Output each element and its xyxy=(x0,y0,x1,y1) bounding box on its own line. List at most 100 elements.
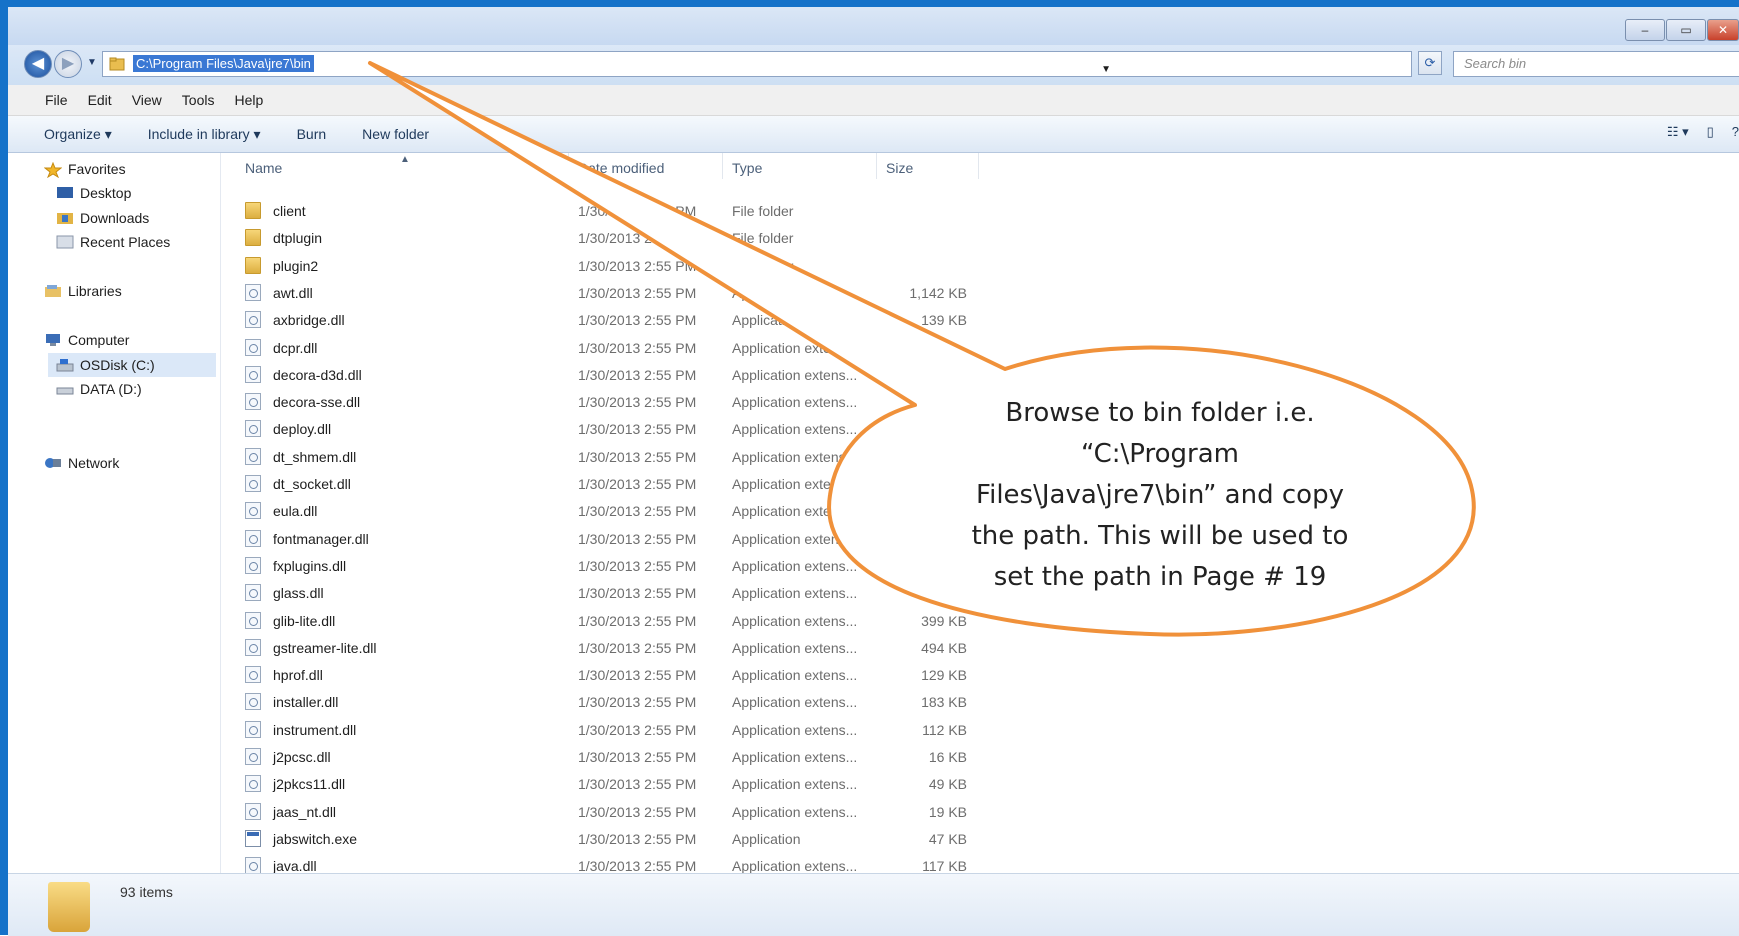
nav-desktop-label: Desktop xyxy=(80,185,132,201)
file-type: Application extens... xyxy=(732,612,858,629)
file-row[interactable]: j2pcsc.dll 1/30/2013 2:55 PM Application e… xyxy=(245,744,985,771)
file-row[interactable]: hprof.dll 1/30/2013 2:55 PM Application ex… xyxy=(245,662,985,689)
file-row[interactable]: dtplugin 1/30/2013 2:55 PM File folder xyxy=(245,225,985,252)
column-size[interactable]: Size xyxy=(886,160,913,176)
file-row[interactable]: fxplugins.dll 1/30/2013 2:55 PM Applicatio… xyxy=(245,553,985,580)
nav-libraries[interactable]: Libraries xyxy=(44,283,122,299)
file-type: Application extens... xyxy=(732,557,858,574)
dll-file-icon xyxy=(245,857,261,875)
dll-file-icon xyxy=(245,393,261,411)
address-path[interactable]: C:\Program Files\Java\jre7\bin xyxy=(133,55,314,72)
nav-desktop[interactable]: Desktop xyxy=(56,185,131,201)
file-row[interactable]: fontmanager.dll 1/30/2013 2:55 PM Applicat… xyxy=(245,526,985,553)
file-row[interactable]: awt.dll 1/30/2013 2:55 PM Application exte… xyxy=(245,280,985,307)
file-name: installer.dll xyxy=(273,694,339,711)
menu-help[interactable]: Help xyxy=(224,92,273,108)
file-type: Application extens... xyxy=(732,284,858,301)
forward-button[interactable]: ▶ xyxy=(54,50,82,78)
menu-view[interactable]: View xyxy=(122,92,172,108)
dll-file-icon xyxy=(245,447,261,465)
file-name: glass.dll xyxy=(273,585,324,602)
minimize-button[interactable]: – xyxy=(1625,19,1665,41)
file-row[interactable]: plugin2 1/30/2013 2:55 PM File folder xyxy=(245,253,985,280)
callout-line: the path. This will be used to xyxy=(971,521,1349,551)
change-view-icon[interactable]: ☷ ▾ xyxy=(1667,124,1689,140)
file-name: decora-sse.dll xyxy=(273,394,361,411)
file-row[interactable]: installer.dll 1/30/2013 2:55 PM Applicatio… xyxy=(245,689,985,716)
file-row[interactable]: client 1/30/2013 2:55 PM File folder xyxy=(245,198,985,225)
menu-file[interactable]: File xyxy=(8,92,78,108)
nav-osdisk[interactable]: OSDisk (C:) xyxy=(48,353,216,377)
column-date-modified[interactable]: Date modified xyxy=(578,160,664,176)
file-size: 16 KB xyxy=(928,749,967,765)
nav-data-label: DATA (D:) xyxy=(80,381,142,397)
file-name: gstreamer-lite.dll xyxy=(273,639,377,656)
back-button[interactable]: ◀ xyxy=(24,50,52,78)
include-in-library-button[interactable]: Include in library ▾ xyxy=(148,126,261,143)
navigation-pane: Favorites Desktop Downloads Recent Place… xyxy=(8,153,221,873)
address-row: ◀ ▶ ▼ C:\Program Files\Java\jre7\bin ▼ ⟳… xyxy=(8,45,1739,85)
search-input[interactable]: Search bin xyxy=(1453,51,1739,77)
dll-file-icon xyxy=(245,529,261,547)
nav-recent-places[interactable]: Recent Places xyxy=(56,234,170,250)
nav-computer[interactable]: Computer xyxy=(44,332,129,348)
file-date: 1/30/2013 2:55 PM xyxy=(578,366,697,383)
file-size: 1,142 KB xyxy=(909,284,967,301)
preview-pane-icon[interactable]: ▯ xyxy=(1707,124,1714,140)
dll-file-icon xyxy=(245,638,261,656)
file-row[interactable]: deploy.dll 1/30/2013 2:55 PM Application e… xyxy=(245,416,985,443)
file-row[interactable]: glass.dll 1/30/2013 2:55 PM Application ex… xyxy=(245,580,985,607)
computer-icon xyxy=(44,333,62,347)
column-divider[interactable] xyxy=(722,153,723,179)
file-type: Application extens... xyxy=(732,858,858,875)
column-name[interactable]: Name xyxy=(245,160,282,176)
address-bar[interactable]: C:\Program Files\Java\jre7\bin ▼ xyxy=(102,51,1412,77)
menu-tools[interactable]: Tools xyxy=(172,92,225,108)
desktop-icon xyxy=(56,186,74,200)
file-row[interactable]: eula.dll 1/30/2013 2:55 PM Application ext… xyxy=(245,498,985,525)
nav-network[interactable]: Network xyxy=(44,455,119,471)
maximize-button[interactable]: ▭ xyxy=(1666,19,1706,41)
dll-file-icon xyxy=(245,802,261,820)
drive-icon xyxy=(56,358,74,372)
file-row[interactable]: dt_shmem.dll 1/30/2013 2:55 PM Application… xyxy=(245,444,985,471)
nav-downloads[interactable]: Downloads xyxy=(56,210,149,226)
help-icon[interactable]: ? xyxy=(1732,124,1739,140)
file-name: fontmanager.dll xyxy=(273,530,369,547)
file-date: 1/30/2013 2:55 PM xyxy=(578,476,697,492)
file-row[interactable]: instrument.dll 1/30/2013 2:55 PM Applicati… xyxy=(245,717,985,744)
file-row[interactable]: j2pkcs11.dll 1/30/2013 2:55 PM Application… xyxy=(245,771,985,798)
recent-places-icon xyxy=(56,235,74,249)
file-name: hprof.dll xyxy=(273,667,323,684)
file-row[interactable]: jabswitch.exe 1/30/2013 2:55 PM Applicatio… xyxy=(245,826,985,853)
nav-favorites[interactable]: Favorites xyxy=(43,161,126,179)
column-divider[interactable] xyxy=(876,153,877,179)
column-divider[interactable] xyxy=(568,153,569,179)
file-row[interactable]: axbridge.dll 1/30/2013 2:55 PM Application… xyxy=(245,307,985,334)
refresh-button[interactable]: ⟳ xyxy=(1418,51,1442,75)
new-folder-button[interactable]: New folder xyxy=(362,126,429,142)
file-row[interactable]: dt_socket.dll 1/30/2013 2:55 PM Applicatio… xyxy=(245,471,985,498)
column-divider[interactable] xyxy=(978,153,979,179)
close-button[interactable]: ✕ xyxy=(1707,19,1739,41)
file-row[interactable]: gstreamer-lite.dll 1/30/2013 2:55 PM Appli… xyxy=(245,635,985,662)
nav-computer-label: Computer xyxy=(68,332,130,348)
file-row[interactable]: jaas_nt.dll 1/30/2013 2:55 PM Application … xyxy=(245,799,985,826)
file-row[interactable]: decora-sse.dll 1/30/2013 2:55 PM Applicati… xyxy=(245,389,985,416)
file-size: 183 KB xyxy=(921,694,967,711)
file-type: Application extens... xyxy=(732,530,858,547)
file-type: Application extens... xyxy=(732,803,858,820)
file-row[interactable]: glib-lite.dll 1/30/2013 2:55 PM Applicatio… xyxy=(245,608,985,635)
menu-edit[interactable]: Edit xyxy=(78,92,122,108)
file-size: 399 KB xyxy=(921,612,967,629)
file-row[interactable]: dcpr.dll 1/30/2013 2:55 PM Application ext… xyxy=(245,335,985,362)
nav-data-drive[interactable]: DATA (D:) xyxy=(56,381,142,397)
column-type[interactable]: Type xyxy=(732,160,762,176)
organize-button[interactable]: Organize ▾ xyxy=(44,126,112,143)
file-date: 1/30/2013 2:55 PM xyxy=(578,749,697,765)
address-dropdown-icon[interactable]: ▼ xyxy=(1101,64,1111,75)
burn-button[interactable]: Burn xyxy=(297,126,327,142)
file-date: 1/30/2013 2:55 PM xyxy=(578,612,697,629)
recent-pages-dropdown[interactable]: ▼ xyxy=(87,57,97,68)
file-row[interactable]: decora-d3d.dll 1/30/2013 2:55 PM Applicati… xyxy=(245,362,985,389)
